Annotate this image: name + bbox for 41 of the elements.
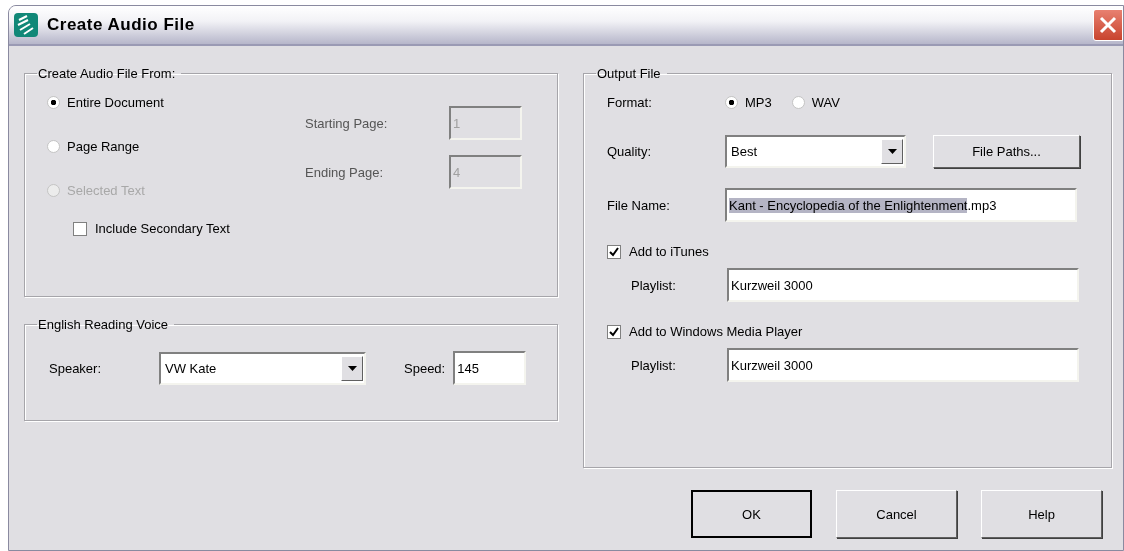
input-field[interactable]: Kant - Encyclopedia of the Enlightenment.mp3 — [725, 188, 1077, 222]
checkbox[interactable]: Add to Windows Media Player — [607, 324, 803, 339]
radio-icon[interactable] — [47, 139, 60, 153]
checkbox-icon[interactable] — [607, 244, 621, 259]
checkbox[interactable]: Add to iTunes — [607, 244, 709, 259]
radio-icon[interactable] — [791, 95, 805, 109]
group-title: Output File — [596, 66, 662, 81]
input-field[interactable]: 145 — [453, 351, 527, 385]
radio-icon[interactable] — [725, 95, 738, 109]
dropdown[interactable]: Best — [725, 135, 906, 168]
input-field[interactable]: Kurzweil 3000 — [727, 348, 1079, 382]
field-label: Playlist: — [631, 277, 677, 293]
radio-icon[interactable] — [47, 95, 60, 109]
checkbox[interactable]: Include Secondary Text — [73, 221, 305, 236]
close-icon[interactable] — [1093, 9, 1123, 41]
field-label: Playlist: — [631, 357, 677, 373]
checkbox-icon[interactable] — [73, 221, 87, 236]
check-icon — [609, 246, 619, 257]
field-label: Starting Page: — [305, 115, 389, 131]
checkbox-icon[interactable] — [607, 324, 621, 339]
field-label: Ending Page: — [305, 164, 385, 180]
check-icon — [609, 326, 619, 337]
dialog-button[interactable]: OK — [691, 490, 812, 538]
field-label: File Name: — [607, 197, 671, 213]
radio-option[interactable]: MP3 — [725, 91, 772, 113]
field-label: Format: — [607, 94, 653, 110]
dropdown[interactable]: VW Kate — [159, 351, 366, 385]
dialog-button[interactable]: Help — [981, 490, 1102, 538]
field-label: Speaker: — [49, 360, 103, 376]
radio-option[interactable]: WAV — [791, 91, 840, 113]
window-title: Create Audio File — [47, 15, 195, 35]
file-paths-button[interactable]: File Paths... — [933, 135, 1080, 168]
input-field[interactable]: Kurzweil 3000 — [727, 268, 1079, 302]
radio-option[interactable]: Page Range — [47, 135, 305, 157]
radio-option[interactable]: Entire Document — [47, 91, 305, 113]
field-label: Quality: — [607, 144, 653, 159]
field-label: Speed: — [404, 360, 446, 376]
dialog-button[interactable]: Cancel — [836, 490, 957, 538]
group-title: Create Audio File From: — [37, 66, 177, 81]
app-icon — [13, 12, 39, 38]
group-title: English Reading Voice — [37, 317, 170, 332]
